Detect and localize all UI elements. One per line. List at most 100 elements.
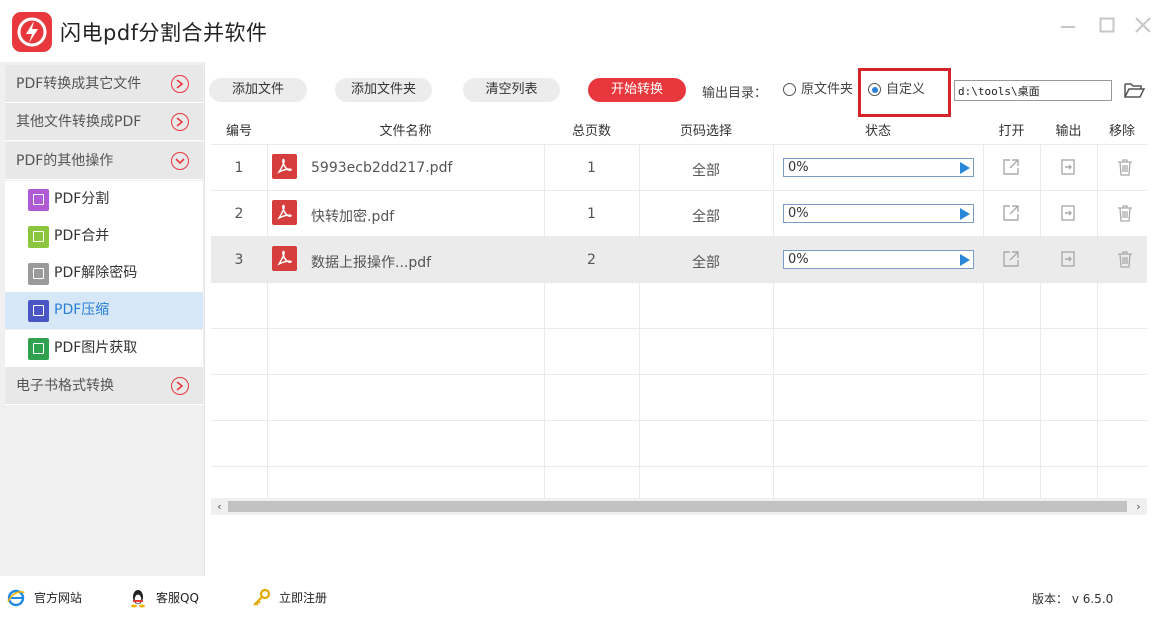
sidebar-item-label: PDF合并 (54, 228, 110, 244)
open-external-icon[interactable] (1001, 203, 1021, 223)
status-text: 0% (788, 160, 809, 175)
grid-line (1040, 144, 1041, 498)
row-number: 1 (234, 160, 244, 176)
output-path-input[interactable] (954, 80, 1112, 101)
sidebar-category-ebook[interactable]: 电子书格式转换 (5, 367, 203, 405)
sidebar-item-pdf-split[interactable]: PDF分割 (5, 181, 203, 218)
status-text: 0% (788, 206, 809, 221)
sidebar: PDF转换成其它文件 其他文件转换成PDF PDF的其他操作 PDF分割 PDF… (0, 62, 205, 576)
radio-original-label: 原文件夹 (801, 82, 854, 97)
sidebar-item-pdf-merge[interactable]: PDF合并 (5, 218, 203, 255)
status-text: 0% (788, 252, 809, 267)
official-website-link[interactable]: 官方网站 (6, 589, 82, 607)
add-file-button[interactable]: 添加文件 (209, 78, 307, 102)
trash-icon[interactable] (1115, 157, 1135, 177)
open-external-icon[interactable] (1001, 157, 1021, 177)
scrollbar-thumb[interactable] (228, 501, 1127, 512)
register-label: 立即注册 (279, 591, 328, 605)
column-header-remove: 移除 (1108, 124, 1135, 139)
trash-icon[interactable] (1115, 203, 1135, 223)
sidebar-item-pdf-compress[interactable]: PDF压缩 (5, 292, 203, 329)
add-folder-button[interactable]: 添加文件夹 (335, 78, 432, 102)
pdf-file-icon (272, 246, 297, 271)
column-header-filename: 文件名称 (379, 124, 432, 139)
ie-browser-icon (6, 588, 26, 608)
page-range: 全部 (692, 209, 720, 225)
split-icon (28, 189, 49, 211)
app-title: 闪电pdf分割合并软件 (60, 21, 268, 45)
column-header-status: 状态 (864, 124, 891, 139)
footer: 官方网站 客服QQ 立即注册 版本： v 6.5.0 (0, 576, 1167, 618)
clear-list-button[interactable]: 清空列表 (463, 78, 560, 102)
key-icon (251, 588, 271, 608)
sidebar-category-label: PDF的其他操作 (16, 153, 114, 169)
page-range: 全部 (692, 163, 720, 179)
column-header-pages: 总页数 (571, 124, 611, 139)
play-icon[interactable] (960, 208, 970, 220)
output-icon[interactable] (1058, 249, 1078, 269)
row-number: 2 (234, 206, 244, 222)
output-icon[interactable] (1058, 203, 1078, 223)
status-progress-bar: 0% (783, 204, 974, 223)
sidebar-item-label: PDF图片获取 (54, 340, 138, 356)
close-icon[interactable] (1132, 14, 1154, 36)
maximize-icon[interactable] (1096, 14, 1118, 36)
grid-line (983, 144, 984, 498)
sidebar-item-label: PDF分割 (54, 191, 110, 207)
page-count: 1 (587, 160, 596, 176)
customer-qq-link[interactable]: 客服QQ (128, 588, 199, 608)
compress-icon (28, 300, 49, 322)
column-header-no: 编号 (225, 124, 252, 139)
file-table: 编号 文件名称 总页数 页码选择 状态 打开 输出 移除 1 5993ecb2d… (211, 120, 1147, 498)
open-external-icon[interactable] (1001, 249, 1021, 269)
trash-icon[interactable] (1115, 249, 1135, 269)
sidebar-category-pdf-other-ops[interactable]: PDF的其他操作 (5, 142, 203, 180)
sidebar-category-label: 电子书格式转换 (16, 378, 114, 394)
column-header-range: 页码选择 (679, 124, 732, 139)
lock-icon (28, 263, 49, 285)
grid-line (211, 236, 1147, 237)
output-icon[interactable] (1058, 157, 1078, 177)
sidebar-category-other-to-pdf[interactable]: 其他文件转换成PDF (5, 103, 203, 141)
radio-custom-folder[interactable]: 自定义 (868, 80, 925, 100)
app-logo-icon (12, 12, 52, 52)
sidebar-item-pdf-image-extract[interactable]: PDF图片获取 (5, 330, 203, 367)
folder-open-icon[interactable] (1123, 80, 1146, 100)
horizontal-scrollbar[interactable]: ‹ › (211, 498, 1147, 515)
sidebar-category-pdf-to-other[interactable]: PDF转换成其它文件 (5, 65, 203, 103)
chevron-right-icon (171, 113, 189, 131)
pdf-file-icon (272, 200, 297, 225)
sidebar-item-label: PDF解除密码 (54, 265, 138, 281)
radio-on-icon (868, 83, 881, 96)
grid-line (639, 144, 640, 498)
output-dir-label: 输出目录： (702, 86, 768, 101)
file-name: 快转加密.pdf (311, 209, 395, 225)
grid-line (211, 374, 1147, 375)
grid-line (773, 144, 774, 498)
grid-line (544, 144, 545, 498)
sidebar-category-label: 其他文件转换成PDF (16, 114, 142, 130)
play-icon[interactable] (960, 254, 970, 266)
sidebar-item-pdf-unlock[interactable]: PDF解除密码 (5, 255, 203, 292)
grid-line (211, 328, 1147, 329)
scroll-left-icon[interactable]: ‹ (212, 499, 227, 514)
start-convert-button[interactable]: 开始转换 (588, 78, 686, 102)
grid-line (211, 420, 1147, 421)
page-range: 全部 (692, 255, 720, 271)
minimize-icon[interactable] (1057, 14, 1079, 36)
register-link[interactable]: 立即注册 (251, 588, 328, 608)
column-header-output: 输出 (1055, 124, 1082, 139)
chevron-down-icon (171, 152, 189, 170)
column-header-open: 打开 (998, 124, 1025, 139)
radio-original-folder[interactable]: 原文件夹 (783, 80, 853, 100)
page-count: 2 (587, 252, 596, 268)
grid-line (211, 282, 1147, 283)
pdf-file-icon (272, 154, 297, 179)
grid-line (211, 466, 1147, 467)
play-icon[interactable] (960, 162, 970, 174)
image-icon (28, 338, 49, 360)
sidebar-item-label: PDF压缩 (54, 302, 110, 318)
scroll-right-icon[interactable]: › (1131, 499, 1146, 514)
qq-penguin-icon (128, 588, 148, 608)
status-progress-bar: 0% (783, 250, 974, 269)
